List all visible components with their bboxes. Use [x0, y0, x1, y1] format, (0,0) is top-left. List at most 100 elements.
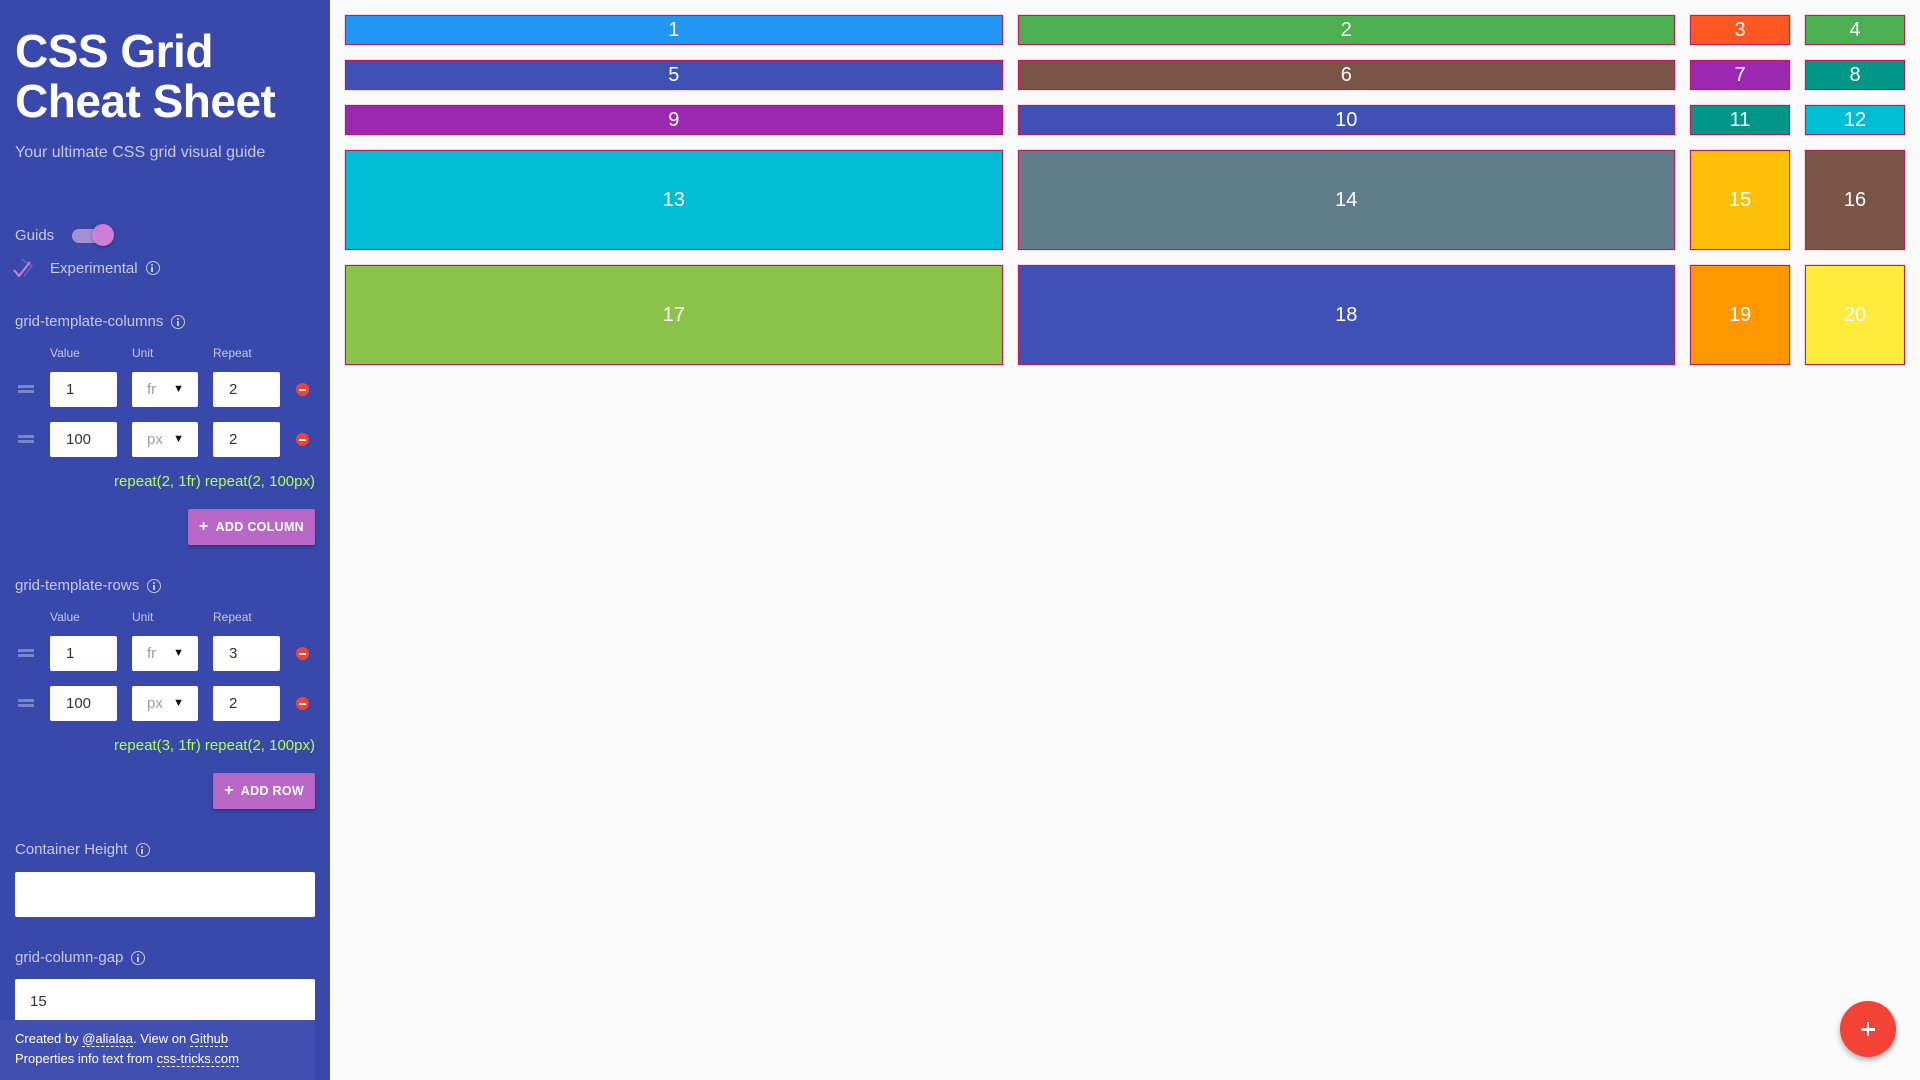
caret-down-icon: ▼ [173, 383, 184, 395]
drag-handle-icon[interactable] [18, 699, 34, 707]
guides-label: Guids [15, 226, 55, 244]
subtitle: Your ultimate CSS grid visual guide [15, 144, 266, 161]
grid-item[interactable]: 20 [1805, 265, 1905, 365]
track-unit-select[interactable]: px ▼ [132, 422, 198, 457]
add-row-label: ADD ROW [240, 784, 304, 798]
section-label-text: grid-template-columns [15, 313, 164, 330]
header-repeat: Repeat [213, 346, 252, 360]
page-title: CSS Grid Cheat Sheet [15, 26, 315, 126]
grid-item[interactable]: 6 [1017, 60, 1675, 90]
grid-item[interactable]: 13 [345, 150, 1003, 250]
grid-item[interactable]: 19 [1690, 265, 1790, 365]
columns-css-output: repeat(2, 1fr) repeat(2, 100px) [114, 473, 315, 490]
grid-item[interactable]: 3 [1690, 15, 1790, 45]
track-value-input[interactable]: 100 [50, 686, 117, 721]
grid-item[interactable]: 17 [345, 265, 1003, 365]
header-unit: Unit [132, 610, 154, 624]
add-column-label: ADD COLUMN [215, 520, 304, 534]
footer-text: Properties info text from [15, 1051, 157, 1066]
track-unit-select[interactable]: fr ▼ [132, 372, 198, 407]
row-track-row: 100 px ▼ 2 [0, 686, 330, 721]
remove-track-icon[interactable] [296, 383, 309, 396]
container-height-input[interactable] [15, 872, 315, 917]
footer-text: . View on [132, 1031, 190, 1046]
drag-handle-icon[interactable] [18, 649, 34, 657]
drag-handle-icon[interactable] [18, 435, 34, 443]
caret-down-icon: ▼ [173, 697, 184, 709]
section-label-text: grid-column-gap [15, 949, 124, 966]
track-repeat-input[interactable]: 2 [213, 422, 280, 457]
experimental-setting: Experimental [12, 256, 160, 280]
grid-item[interactable]: 4 [1805, 15, 1905, 45]
guides-setting: Guids [15, 224, 115, 246]
footer-line-2: Properties info text from css-tricks.com [15, 1049, 300, 1069]
grid-template-columns-label: grid-template-columns [15, 313, 186, 330]
section-label-text: grid-template-rows [15, 577, 140, 594]
track-unit-select[interactable]: fr ▼ [132, 636, 198, 671]
grid-item[interactable]: 15 [1690, 150, 1790, 250]
toggle-thumb [92, 224, 115, 246]
remove-track-icon[interactable] [296, 697, 309, 710]
add-row-button[interactable]: + ADD ROW [213, 773, 315, 809]
track-repeat-input[interactable]: 2 [213, 372, 280, 407]
unit-value: fr [147, 645, 157, 662]
experimental-checkbox[interactable] [12, 256, 36, 280]
guides-toggle[interactable] [72, 224, 115, 246]
info-icon[interactable] [145, 261, 160, 275]
css-tricks-link[interactable]: css-tricks.com [156, 1051, 239, 1067]
track-value-input[interactable]: 1 [50, 372, 117, 407]
grid-item[interactable]: 11 [1690, 105, 1790, 135]
experimental-label: Experimental [50, 259, 138, 277]
track-unit-select[interactable]: px ▼ [132, 686, 198, 721]
remove-track-icon[interactable] [296, 433, 309, 446]
track-repeat-input[interactable]: 3 [213, 636, 280, 671]
plus-icon: + [224, 782, 234, 799]
header-repeat: Repeat [213, 610, 252, 624]
info-icon[interactable] [171, 314, 186, 329]
sidebar: CSS Grid Cheat Sheet Your ultimate CSS g… [0, 0, 330, 1080]
unit-value: fr [147, 381, 157, 398]
footer-text: Created by [15, 1031, 83, 1046]
track-repeat-input[interactable]: 2 [213, 686, 280, 721]
add-column-button[interactable]: + ADD COLUMN [187, 509, 315, 545]
section-label-text: Container Height [15, 841, 128, 858]
grid-preview: 1 2 3 4 5 6 7 8 9 10 11 12 13 14 15 16 17 18 19 20 [345, 15, 1905, 365]
remove-track-icon[interactable] [296, 647, 309, 660]
title-line-2: Cheat Sheet [15, 75, 276, 127]
info-icon[interactable] [135, 842, 150, 857]
column-gap-input[interactable]: 15 [15, 979, 315, 1024]
checkmark-icon [13, 258, 34, 278]
plus-icon: + [198, 518, 209, 535]
author-link[interactable]: @alialaa [82, 1031, 133, 1047]
grid-item[interactable]: 5 [345, 60, 1003, 90]
column-track-row: 1 fr ▼ 2 [0, 372, 330, 407]
grid-column-gap-label: grid-column-gap [15, 949, 146, 966]
drag-handle-icon[interactable] [18, 385, 34, 393]
container-height-label: Container Height [15, 841, 150, 858]
row-track-row: 1 fr ▼ 3 [0, 636, 330, 671]
grid-item[interactable]: 1 [345, 15, 1003, 45]
grid-item[interactable]: 9 [345, 105, 1003, 135]
grid-item[interactable]: 12 [1805, 105, 1905, 135]
info-icon[interactable] [147, 578, 162, 593]
title-line-1: CSS Grid [15, 25, 213, 77]
grid-item[interactable]: 8 [1805, 60, 1905, 90]
github-link[interactable]: Github [189, 1031, 229, 1047]
rows-css-output: repeat(3, 1fr) repeat(2, 100px) [114, 737, 315, 754]
grid-item[interactable]: 10 [1017, 105, 1675, 135]
header-unit: Unit [132, 346, 154, 360]
footer: Created by @alialaa. View on Github Prop… [0, 1020, 315, 1080]
caret-down-icon: ▼ [173, 647, 184, 659]
grid-item[interactable]: 18 [1017, 265, 1675, 365]
track-value-input[interactable]: 100 [50, 422, 117, 457]
grid-item[interactable]: 16 [1805, 150, 1905, 250]
add-item-fab[interactable] [1840, 1001, 1896, 1057]
grid-template-rows-label: grid-template-rows [15, 577, 162, 594]
grid-item[interactable]: 14 [1017, 150, 1675, 250]
caret-down-icon: ▼ [173, 433, 184, 445]
grid-item[interactable]: 7 [1690, 60, 1790, 90]
info-icon[interactable] [131, 950, 146, 965]
grid-item[interactable]: 2 [1017, 15, 1675, 45]
header-value: Value [50, 346, 80, 360]
track-value-input[interactable]: 1 [50, 636, 117, 671]
